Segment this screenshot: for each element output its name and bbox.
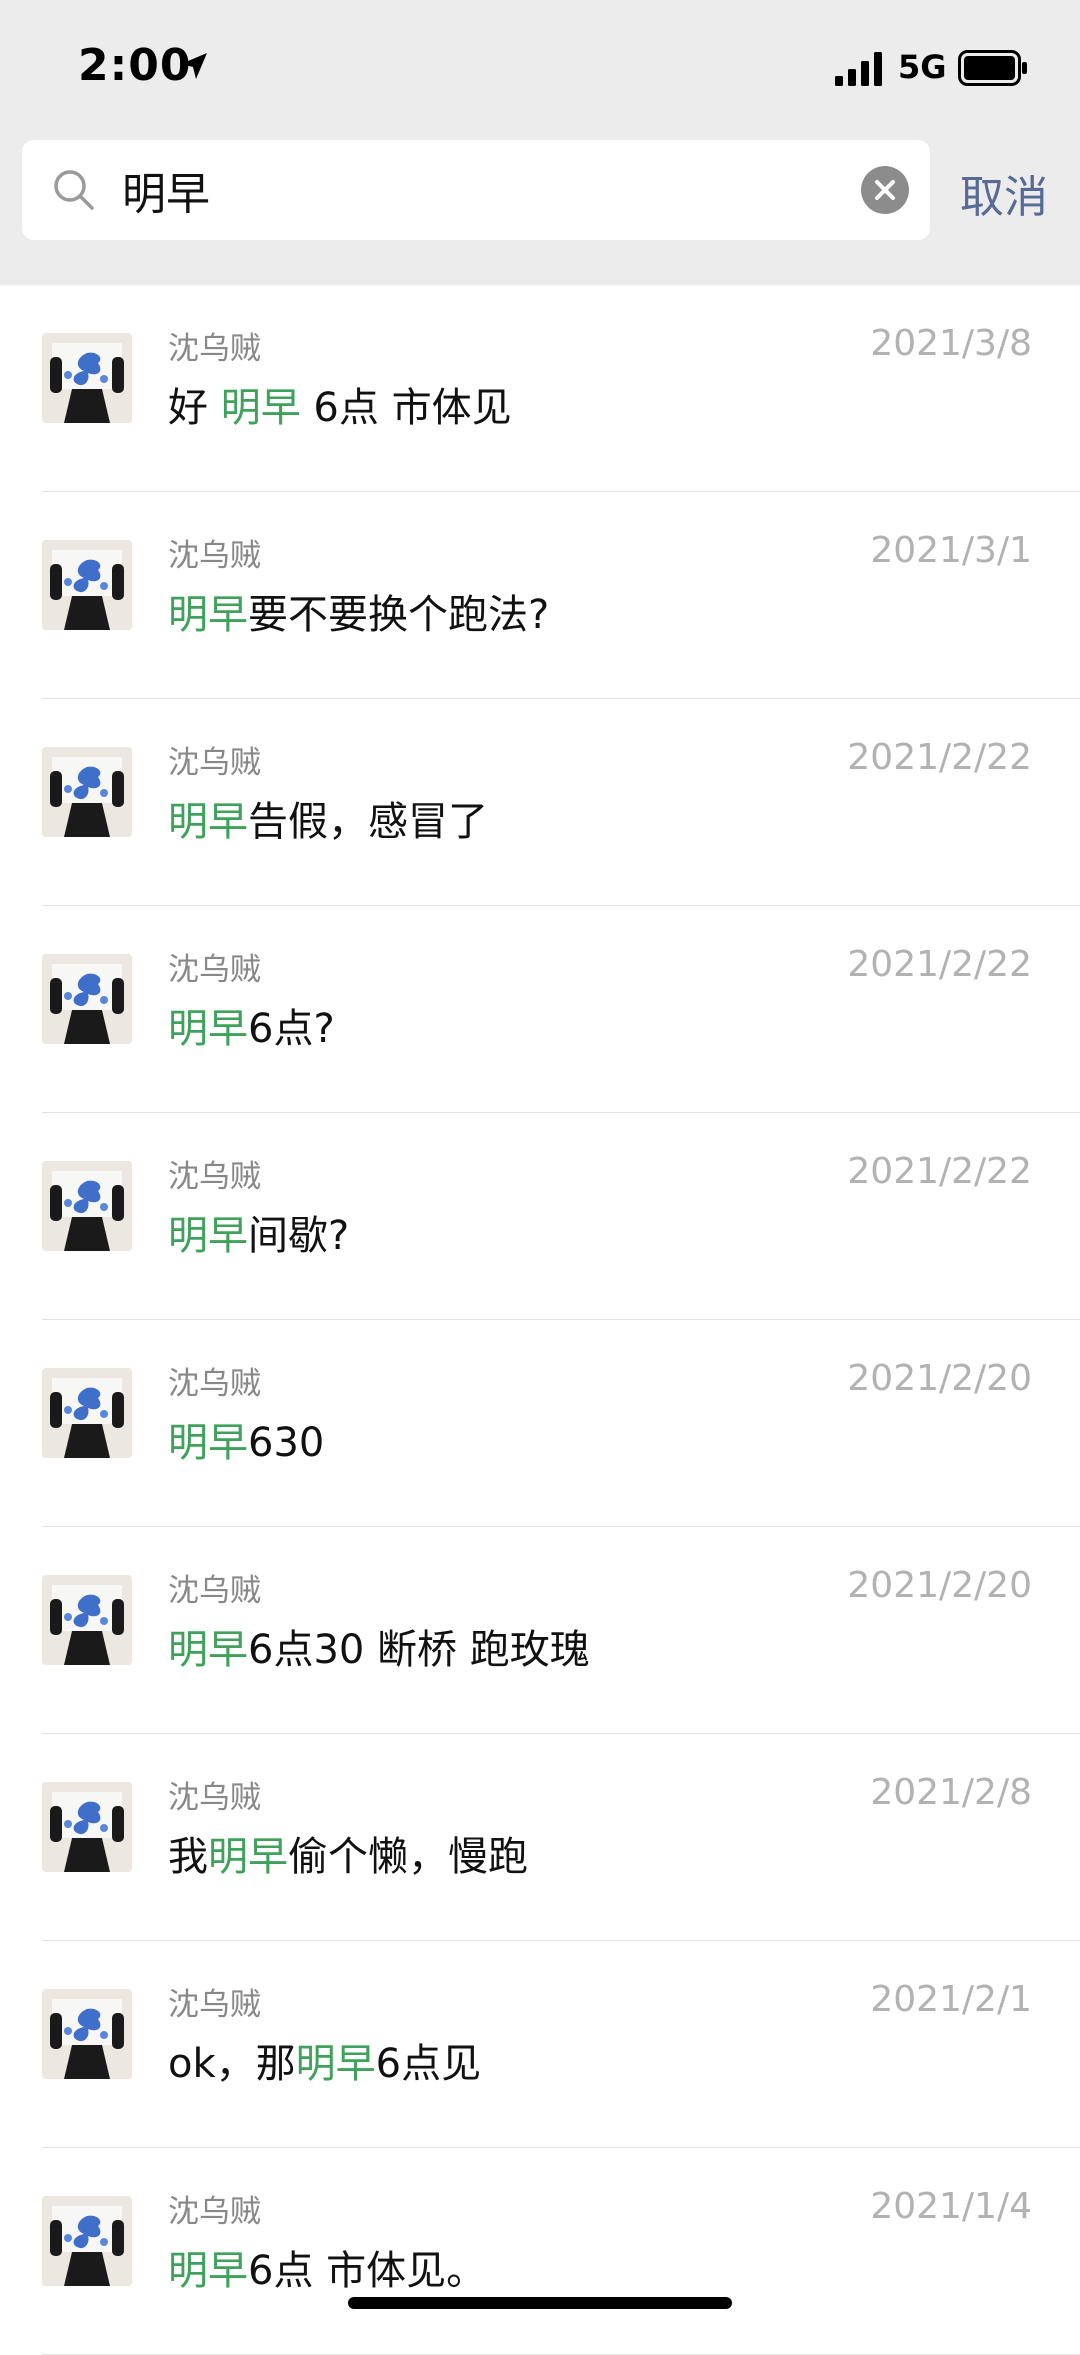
message-date: 2021/2/22 bbox=[847, 944, 1032, 985]
avatar bbox=[42, 1575, 132, 1665]
message-snippet: 明早告假，感冒了 bbox=[168, 789, 488, 847]
message-snippet: 明早630 bbox=[168, 1410, 324, 1468]
keyword-highlight: 明早 bbox=[168, 2248, 248, 2294]
keyword-highlight: 明早 bbox=[168, 1627, 248, 1673]
search-input[interactable] bbox=[122, 156, 842, 224]
snippet-before: 好 bbox=[168, 385, 221, 431]
avatar bbox=[42, 333, 132, 423]
avatar bbox=[42, 1782, 132, 1872]
location-arrow-icon bbox=[181, 53, 207, 79]
sender-name: 沈乌贼 bbox=[168, 1159, 261, 1195]
avatar bbox=[42, 540, 132, 630]
search-result-item[interactable]: 沈乌贼 2021/2/1 ok，那明早6点见 bbox=[0, 1941, 1080, 2148]
sender-name: 沈乌贼 bbox=[168, 1780, 261, 1816]
sender-name: 沈乌贼 bbox=[168, 1366, 261, 1402]
avatar bbox=[42, 2196, 132, 2286]
message-date: 2021/2/22 bbox=[847, 737, 1032, 778]
sender-name: 沈乌贼 bbox=[168, 952, 261, 988]
network-type: 5G bbox=[898, 48, 947, 86]
sender-name: 沈乌贼 bbox=[168, 1987, 261, 2023]
search-result-item[interactable]: 沈乌贼 2021/2/20 明早630 bbox=[0, 1320, 1080, 1527]
snippet-after: 告假，感冒了 bbox=[248, 799, 488, 845]
message-date: 2021/3/8 bbox=[870, 323, 1032, 364]
message-snippet: 明早要不要换个跑法? bbox=[168, 582, 549, 640]
sender-name: 沈乌贼 bbox=[168, 1573, 261, 1609]
message-snippet: 我明早偷个懒，慢跑 bbox=[168, 1824, 528, 1882]
keyword-highlight: 明早 bbox=[208, 1834, 288, 1880]
avatar bbox=[42, 747, 132, 837]
message-date: 2021/2/22 bbox=[847, 1151, 1032, 1192]
keyword-highlight: 明早 bbox=[168, 799, 248, 845]
search-result-item[interactable]: 沈乌贼 2021/1/4 明早6点 市体见。 bbox=[0, 2148, 1080, 2355]
search-result-item[interactable]: 沈乌贼 2021/3/1 明早要不要换个跑法? bbox=[0, 492, 1080, 699]
snippet-after: 6点 市体见 bbox=[300, 385, 512, 431]
cellular-signal-icon bbox=[835, 52, 882, 86]
keyword-highlight: 明早 bbox=[168, 1213, 248, 1259]
search-result-item[interactable]: 沈乌贼 2021/2/20 明早6点30 断桥 跑玫瑰 bbox=[0, 1527, 1080, 1734]
snippet-after: 6点 市体见。 bbox=[248, 2248, 487, 2294]
message-snippet: 好 明早 6点 市体见 bbox=[168, 375, 512, 433]
search-result-item[interactable]: 沈乌贼 2021/2/22 明早6点? bbox=[0, 906, 1080, 1113]
snippet-after: 要不要换个跑法? bbox=[248, 592, 550, 638]
search-result-item[interactable]: 沈乌贼 2021/2/22 明早告假，感冒了 bbox=[0, 699, 1080, 906]
keyword-highlight: 明早 bbox=[168, 1006, 248, 1052]
snippet-after: 间歇? bbox=[248, 1213, 350, 1259]
keyword-highlight: 明早 bbox=[168, 1420, 248, 1466]
snippet-before: 我 bbox=[168, 1834, 208, 1880]
snippet-after: 6点30 断桥 跑玫瑰 bbox=[248, 1627, 590, 1673]
sender-name: 沈乌贼 bbox=[168, 538, 261, 574]
message-snippet: 明早6点? bbox=[168, 996, 335, 1054]
sender-name: 沈乌贼 bbox=[168, 745, 261, 781]
message-date: 2021/2/20 bbox=[847, 1358, 1032, 1399]
snippet-after: 6点见 bbox=[375, 2041, 482, 2087]
message-snippet: ok，那明早6点见 bbox=[168, 2031, 481, 2089]
avatar bbox=[42, 1989, 132, 2079]
avatar bbox=[42, 954, 132, 1044]
clear-icon[interactable] bbox=[860, 165, 910, 215]
keyword-highlight: 明早 bbox=[295, 2041, 376, 2087]
search-bar: 取消 bbox=[0, 135, 1080, 285]
message-snippet: 明早6点 市体见。 bbox=[168, 2238, 486, 2296]
snippet-after: 6点? bbox=[248, 1006, 335, 1052]
search-result-item[interactable]: 沈乌贼 2021/2/22 明早间歇? bbox=[0, 1113, 1080, 1320]
message-date: 2021/2/1 bbox=[870, 1979, 1032, 2020]
search-box[interactable] bbox=[22, 140, 930, 240]
search-result-item[interactable]: 沈乌贼 2021/3/8 好 明早 6点 市体见 bbox=[0, 285, 1080, 492]
keyword-highlight: 明早 bbox=[220, 385, 301, 431]
sender-name: 沈乌贼 bbox=[168, 2194, 261, 2230]
message-snippet: 明早6点30 断桥 跑玫瑰 bbox=[168, 1617, 590, 1675]
home-indicator[interactable] bbox=[348, 2297, 732, 2309]
cancel-button[interactable]: 取消 bbox=[960, 161, 1048, 225]
snippet-after: 630 bbox=[248, 1420, 325, 1466]
keyword-highlight: 明早 bbox=[168, 592, 248, 638]
battery-icon bbox=[958, 50, 1027, 86]
message-date: 2021/1/4 bbox=[870, 2186, 1032, 2227]
message-date: 2021/2/20 bbox=[847, 1565, 1032, 1606]
message-date: 2021/2/8 bbox=[870, 1772, 1032, 1813]
avatar bbox=[42, 1368, 132, 1458]
search-icon bbox=[54, 170, 94, 210]
message-snippet: 明早间歇? bbox=[168, 1203, 349, 1261]
search-result-item[interactable]: 沈乌贼 2021/2/8 我明早偷个懒，慢跑 bbox=[0, 1734, 1080, 1941]
avatar bbox=[42, 1161, 132, 1251]
search-results-list: 沈乌贼 2021/3/8 好 明早 6点 市体见 沈乌贼 2021/3/1 明早… bbox=[0, 285, 1080, 2355]
snippet-before: ok，那 bbox=[168, 2041, 296, 2087]
status-bar: 2:00 5G bbox=[0, 0, 1080, 135]
message-date: 2021/3/1 bbox=[870, 530, 1032, 571]
snippet-after: 偷个懒，慢跑 bbox=[288, 1834, 528, 1880]
status-time: 2:00 bbox=[78, 40, 192, 91]
sender-name: 沈乌贼 bbox=[168, 331, 261, 367]
